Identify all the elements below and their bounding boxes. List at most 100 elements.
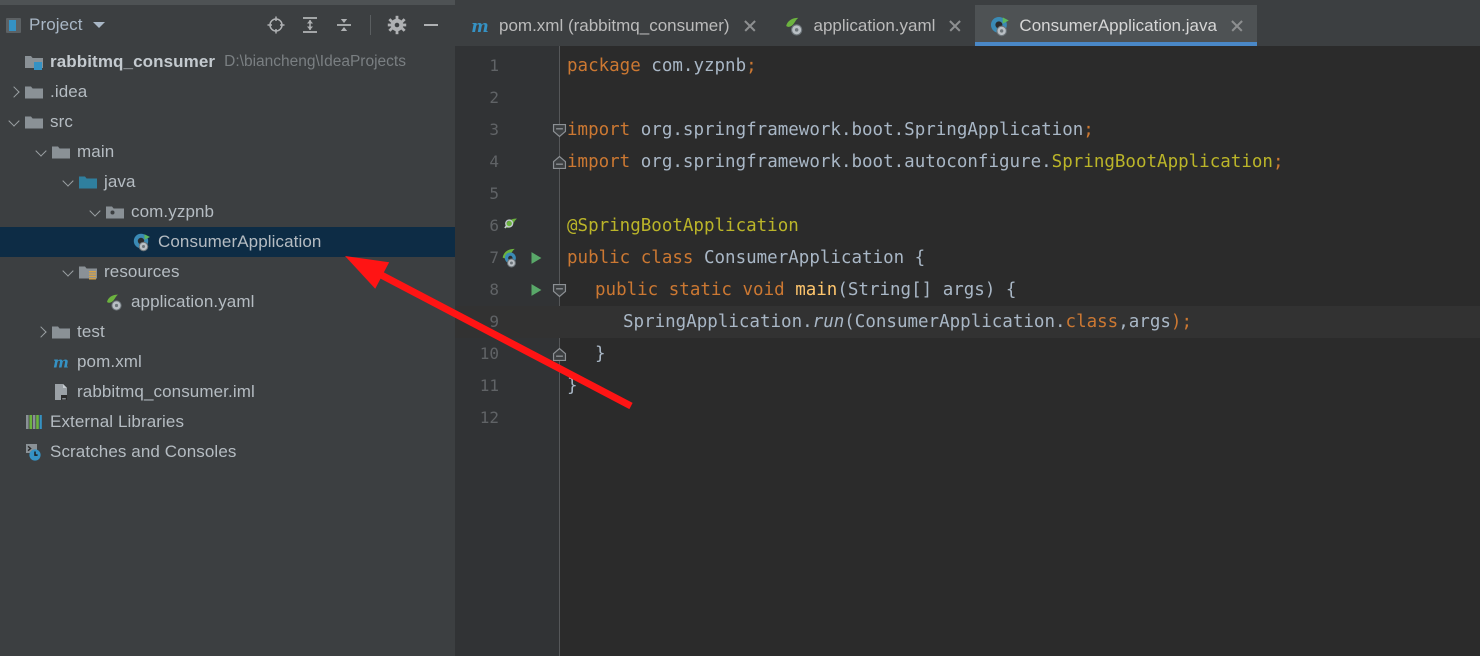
close-icon[interactable] xyxy=(947,18,963,34)
run-gutter-icon[interactable] xyxy=(527,249,545,267)
tree-item-label: src xyxy=(50,112,73,131)
chevron-down-icon[interactable] xyxy=(60,173,78,191)
tree-item-external-libraries[interactable]: External Libraries xyxy=(0,407,455,437)
line-number: 7 xyxy=(489,248,499,267)
line-number: 8 xyxy=(489,280,499,299)
tree-item-com-yzpnb[interactable]: com.yzpnb xyxy=(0,197,455,227)
fold-collapse-icon[interactable] xyxy=(551,122,568,139)
maven-icon: m xyxy=(469,15,491,37)
chevron-down-icon[interactable] xyxy=(60,263,78,281)
svg-text:m: m xyxy=(53,354,69,372)
tree-item-scratches-and-consoles[interactable]: Scratches and Consoles xyxy=(0,437,455,467)
tree-item-rabbitmq-consumer-iml[interactable]: rabbitmq_consumer.iml xyxy=(0,377,455,407)
line-number: 12 xyxy=(479,408,499,427)
editor-tab-label: pom.xml (rabbitmq_consumer) xyxy=(499,15,730,35)
project-tree: rabbitmq_consumer D:\biancheng\IdeaProjec… xyxy=(0,45,455,467)
spring-boot-run-icon[interactable] xyxy=(501,247,523,269)
tree-item-resources[interactable]: resources xyxy=(0,257,455,287)
code-line: 10} xyxy=(455,338,1480,370)
code-token: import xyxy=(567,120,641,140)
code-token: } xyxy=(595,344,606,364)
fold-end-icon[interactable] xyxy=(551,346,568,363)
code-text: } xyxy=(567,370,578,402)
chevron-down-icon[interactable] xyxy=(33,143,51,161)
code-line: 3 import org.springframework.boot.SpringA… xyxy=(455,114,1480,146)
chevron-right-icon[interactable] xyxy=(6,83,24,101)
code-token: ConsumerApplication { xyxy=(703,248,926,268)
tree-item-label: java xyxy=(104,172,136,191)
chevron-down-icon[interactable] xyxy=(6,113,24,131)
line-number: 10 xyxy=(479,344,499,363)
tree-item-label: rabbitmq_consumer.iml xyxy=(77,382,255,401)
tree-item-label: .idea xyxy=(50,82,88,101)
expand-all-icon[interactable] xyxy=(300,15,320,35)
source-folder-icon xyxy=(78,172,98,192)
code-token: public class xyxy=(567,248,704,268)
tree-item--idea[interactable]: .idea xyxy=(0,77,455,107)
tree-item-label: com.yzpnb xyxy=(131,202,215,221)
spring-bean-icon[interactable] xyxy=(503,216,523,236)
fold-end-icon[interactable] xyxy=(551,154,568,171)
editor-area: m pom.xml (rabbitmq_consumer) application.… xyxy=(455,0,1480,656)
gear-icon[interactable] xyxy=(387,15,407,35)
locate-icon[interactable] xyxy=(266,15,286,35)
tree-item-src[interactable]: src xyxy=(0,107,455,137)
chevron-down-icon[interactable] xyxy=(92,22,105,28)
run-gutter-icon[interactable] xyxy=(527,281,545,299)
code-token: org.springframework.boot.autoconfigure. xyxy=(640,152,1052,172)
tree-item-java[interactable]: java xyxy=(0,167,455,197)
tree-item-main[interactable]: main xyxy=(0,137,455,167)
maven-icon: m xyxy=(51,352,71,372)
svg-text:m: m xyxy=(471,17,488,36)
project-panel-header: Project xyxy=(0,5,455,45)
line-number: 11 xyxy=(479,376,499,395)
code-line: 1 package com.yzpnb; xyxy=(455,50,1480,82)
project-panel-title: Project xyxy=(29,15,83,34)
code-token: run xyxy=(812,312,845,332)
code-token: class xyxy=(1065,312,1119,332)
project-panel-toolbar xyxy=(266,15,447,35)
close-icon[interactable] xyxy=(1229,18,1245,34)
spring-class-icon xyxy=(132,232,152,252)
editor-tab-consumerapplication[interactable]: ConsumerApplication.java xyxy=(975,5,1257,46)
line-number: 5 xyxy=(489,184,499,203)
fold-collapse-icon[interactable] xyxy=(551,282,568,299)
code-editor[interactable]: 1 package com.yzpnb; 2 3 import org.springfr… xyxy=(455,46,1480,656)
code-token: ,args xyxy=(1118,312,1171,332)
editor-tabbar: m pom.xml (rabbitmq_consumer) application.… xyxy=(455,0,1480,46)
code-line: 11} xyxy=(455,370,1480,402)
code-text: SpringApplication.run(ConsumerApplicatio… xyxy=(623,306,1192,338)
project-panel-title-group[interactable]: Project xyxy=(6,15,105,35)
minimize-icon[interactable] xyxy=(421,15,441,35)
close-icon[interactable] xyxy=(742,18,758,34)
folder-icon xyxy=(51,142,71,162)
code-text: public static void main(String[] args) { xyxy=(595,274,1016,306)
chevron-right-icon[interactable] xyxy=(33,323,51,341)
tree-item-label: test xyxy=(77,322,105,341)
editor-tab-application[interactable]: application.yaml xyxy=(770,5,976,46)
tree-item-rabbitmq-consumer[interactable]: rabbitmq_consumer D:\biancheng\IdeaProjec… xyxy=(0,47,455,77)
tree-item-label: rabbitmq_consumer xyxy=(50,52,216,71)
editor-tab-label: ConsumerApplication.java xyxy=(1019,15,1217,35)
tree-item-consumerapplication[interactable]: ConsumerApplication xyxy=(0,227,455,257)
editor-tab-pom[interactable]: m pom.xml (rabbitmq_consumer) xyxy=(455,5,770,46)
tree-item-label: main xyxy=(77,142,115,161)
code-token: package xyxy=(567,56,652,76)
idea-window: Project rabbitmq_consumer D:\biancheng\I… xyxy=(0,0,1480,656)
tree-item-application-yaml[interactable]: application.yaml xyxy=(0,287,455,317)
code-token: org.springframework.boot.SpringApplicati… xyxy=(640,120,1084,140)
tree-item-label: application.yaml xyxy=(131,292,255,311)
tree-item-label: External Libraries xyxy=(50,412,185,431)
code-line: 4 import org.springframework.boot.autocon… xyxy=(455,146,1480,178)
chevron-down-icon[interactable] xyxy=(87,203,105,221)
folder-icon xyxy=(51,322,71,342)
tree-item-test[interactable]: test xyxy=(0,317,455,347)
line-number: 9 xyxy=(489,312,499,331)
scratches-icon xyxy=(24,442,44,462)
tree-item-pom-xml[interactable]: m pom.xml xyxy=(0,347,455,377)
collapse-all-icon[interactable] xyxy=(334,15,354,35)
